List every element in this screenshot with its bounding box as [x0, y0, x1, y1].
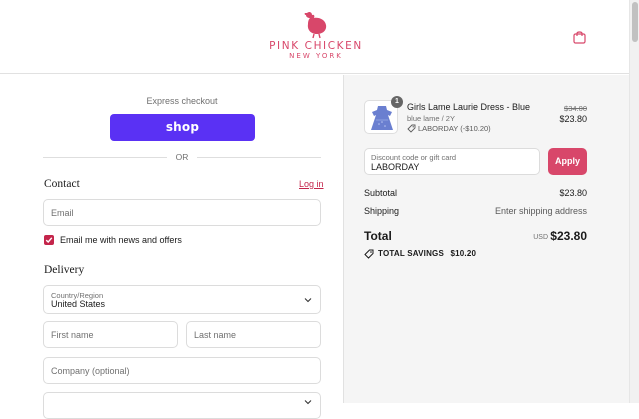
country-value: United States [51, 299, 106, 309]
shipping-value: Enter shipping address [494, 206, 587, 216]
product-price: $23.80 [559, 114, 587, 124]
subtotal-value: $23.80 [559, 188, 587, 198]
shop-pay-button[interactable]: shop [110, 114, 255, 141]
scrollbar-thumb[interactable] [632, 2, 638, 42]
tag-icon [364, 249, 374, 259]
discount-label: Discount code or gift card [371, 153, 457, 162]
quantity-badge: 1 [391, 96, 403, 108]
express-checkout-title: Express checkout [146, 96, 218, 106]
product-variant: blue lame / 2Y [407, 114, 455, 123]
last-name-placeholder: Last name [194, 330, 237, 340]
original-price: $34.00 [564, 104, 587, 113]
newsletter-checkbox[interactable] [44, 235, 54, 245]
shipping-label: Shipping [364, 206, 400, 216]
company-field[interactable]: Company (optional) [43, 357, 321, 384]
contact-heading: Contact [44, 178, 80, 190]
first-name-placeholder: First name [51, 330, 94, 340]
apply-button[interactable]: Apply [548, 148, 587, 175]
first-name-field[interactable]: First name [43, 321, 178, 348]
total-currency: USD [533, 234, 548, 241]
savings-label: TOTAL SAVINGS [378, 249, 445, 258]
discount-code-field[interactable]: Discount code or gift card LABORDAY [364, 148, 540, 175]
company-placeholder: Company (optional) [51, 366, 130, 376]
chevron-down-icon [304, 298, 312, 303]
newsletter-label: Email me with news and offers [60, 235, 182, 245]
country-select[interactable]: Country/Region United States [43, 285, 321, 314]
brand-subtitle: NEW YORK [289, 52, 343, 60]
subtotal-label: Subtotal [364, 188, 398, 198]
shopping-bag-icon[interactable] [573, 30, 586, 44]
last-name-field[interactable]: Last name [186, 321, 321, 348]
tag-icon [407, 124, 416, 133]
brand-name: PINK CHICKEN [269, 40, 363, 52]
savings-value: $10.20 [450, 249, 477, 258]
delivery-heading: Delivery [44, 264, 85, 276]
total-value: $23.80 [550, 229, 587, 243]
total-savings: TOTAL SAVINGS $10.20 [378, 249, 476, 258]
page-scrollbar[interactable] [629, 0, 639, 403]
divider-line-right [197, 157, 321, 158]
address-field[interactable] [43, 392, 321, 419]
chevron-down-icon [304, 400, 312, 405]
brand-logo[interactable]: PINK CHICKEN NEW YORK [258, 9, 374, 61]
email-placeholder: Email [51, 208, 74, 218]
discount-value: LABORDAY [371, 162, 420, 172]
or-divider: OR [43, 152, 321, 162]
site-header: PINK CHICKEN NEW YORK [0, 0, 629, 74]
product-name: Girls Lame Laurie Dress - Blue [407, 102, 531, 112]
email-field[interactable]: Email [43, 199, 321, 226]
login-link[interactable]: Log in [299, 179, 324, 189]
chicken-logo-icon [304, 11, 327, 39]
product-discount: LABORDAY (-$10.20) [418, 124, 491, 133]
total-label: Total [364, 229, 392, 243]
